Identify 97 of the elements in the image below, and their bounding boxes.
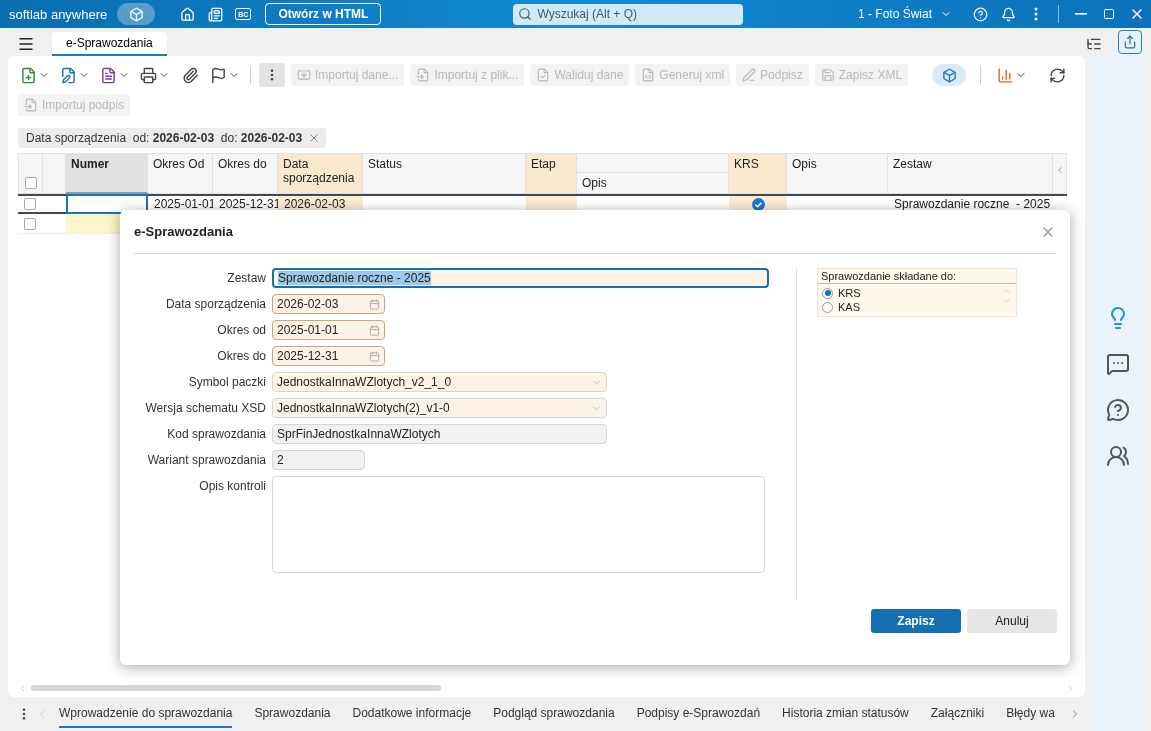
bottom-tab[interactable]: Wprowadzenie do sprawozdania xyxy=(59,700,233,728)
share-button[interactable] xyxy=(1118,30,1142,54)
row-checkbox[interactable] xyxy=(24,217,36,230)
calendar-icon xyxy=(369,298,380,310)
file-input-icon xyxy=(416,68,431,82)
pen-icon xyxy=(742,68,757,82)
column-header[interactable]: Etap xyxy=(526,153,577,194)
field-label: Zestaw xyxy=(226,270,266,285)
file-edit-icon xyxy=(60,66,77,84)
radio-option[interactable]: KRS xyxy=(822,286,861,300)
bottom-tab[interactable]: Błędy wa xyxy=(1006,700,1055,728)
date-field[interactable]: 2025-01-01 xyxy=(272,320,385,340)
company-selector[interactable]: 1 - Foto Świat xyxy=(851,6,958,22)
field-label: Wariant sprawozdania xyxy=(146,452,266,467)
calendar-icon xyxy=(369,324,380,336)
field-label: Symbol paczki xyxy=(187,374,266,389)
radio-option[interactable]: KAS xyxy=(822,300,861,314)
view-toggle[interactable] xyxy=(932,64,966,86)
calendar-icon xyxy=(369,350,380,362)
scroll-right-icon xyxy=(1066,683,1075,693)
field-label: Okres od xyxy=(216,322,266,337)
header-cell[interactable] xyxy=(1053,153,1067,194)
file-input-icon xyxy=(24,98,38,112)
select-all-checkbox[interactable] xyxy=(24,177,37,189)
dialog-title: e-Sprawozdania xyxy=(134,224,233,239)
date-field[interactable]: 2026-02-03 xyxy=(272,294,385,314)
scroll-left-icon xyxy=(18,683,27,693)
bottom-tab[interactable]: Dodatkowe informacje xyxy=(352,700,472,728)
newspaper-icon xyxy=(207,6,223,22)
column-header[interactable]: Zestaw xyxy=(888,153,1053,194)
save-icon xyxy=(820,68,835,82)
open-html-button[interactable]: Otwórz w HTML xyxy=(265,3,382,25)
cancel-button[interactable]: Anuluj xyxy=(967,609,1057,633)
row-checkbox[interactable] xyxy=(24,198,36,210)
kebab-icon xyxy=(22,708,26,720)
bell-icon xyxy=(1000,6,1016,22)
column-header[interactable]: Opis xyxy=(787,153,888,194)
column-header[interactable]: Status xyxy=(363,153,526,194)
share-icon xyxy=(1123,35,1137,49)
filter-text: Data sporządzenia od: 2026-02-03 do: 2026-02-03 xyxy=(26,131,303,145)
save-button[interactable]: Zapisz xyxy=(871,609,961,633)
column-header[interactable]: Okres do xyxy=(213,153,278,194)
column-header[interactable]: Data sporządzenia xyxy=(278,153,363,194)
bar-chart-icon xyxy=(997,66,1014,84)
menu-icon xyxy=(17,35,35,53)
app-brand: softlab anywhere xyxy=(9,6,108,22)
flag-icon xyxy=(210,66,227,84)
help-chat-icon[interactable] xyxy=(1105,398,1130,422)
bottom-tab[interactable]: Historia zmian statusów xyxy=(782,700,909,728)
date-field[interactable]: 2025-12-31 xyxy=(272,346,385,366)
column-header[interactable]: KRS xyxy=(729,153,787,194)
bottom-tab[interactable]: Sprawozdania xyxy=(254,700,331,728)
file-check-icon xyxy=(536,68,551,82)
collapse-icon xyxy=(1055,165,1065,175)
field-label: Wersja schematu XSD xyxy=(144,400,266,415)
document-icon xyxy=(100,66,117,84)
file-plus-icon xyxy=(20,66,37,84)
tab[interactable]: e-Sprawozdania xyxy=(52,32,167,56)
filter-chip[interactable]: Data sporządzenia od: 2026-02-03 do: 2026-02-03 xyxy=(18,128,327,148)
input-field[interactable]: 2 xyxy=(272,450,365,470)
cube-icon xyxy=(128,6,144,22)
scroll-down-icon xyxy=(1002,296,1012,306)
file-code-icon xyxy=(641,68,656,82)
people-icon[interactable] xyxy=(1105,444,1130,468)
dropdown-field[interactable]: JednostkaInnaWZlotych(2)_v1-0 xyxy=(272,398,607,418)
cube-toggle[interactable] xyxy=(117,3,156,25)
field-label: Okres do xyxy=(216,348,266,363)
kebab-icon xyxy=(1034,7,1038,21)
dropdown-field[interactable]: JednostkaInnaWZlotych_v2_1_0 xyxy=(272,372,607,392)
bottom-tab[interactable]: Podgląd sprawozdania xyxy=(493,700,615,728)
home-icon xyxy=(179,6,195,22)
search-icon xyxy=(518,7,533,21)
horizontal-scrollbar[interactable] xyxy=(18,683,1075,693)
list-icon xyxy=(1086,36,1102,52)
minimize-icon xyxy=(1075,13,1087,15)
field-label: Kod sprawozdania xyxy=(166,426,266,441)
help-icon xyxy=(972,6,988,22)
radio-group-title: Sprawozdanie składane do: xyxy=(818,269,1016,284)
scroll-up-icon xyxy=(1002,286,1012,296)
import-icon xyxy=(297,68,311,82)
bottom-tab[interactable]: Podpisy e-Sprawozdań xyxy=(636,700,761,728)
column-header[interactable]: Numer xyxy=(66,153,148,194)
field-label: Opis kontroli xyxy=(198,478,266,493)
chat-icon[interactable] xyxy=(1105,352,1130,376)
input-field[interactable]: Sprawozdanie roczne - 2025 xyxy=(272,268,769,288)
cube-icon xyxy=(941,67,957,83)
refresh-icon xyxy=(1048,66,1066,84)
search-field[interactable]: Wyszukaj (Alt + Q) xyxy=(513,3,744,25)
input-field[interactable]: SprFinJednostkaInnaWZlotych xyxy=(272,424,607,444)
paperclip-icon xyxy=(181,66,199,84)
column-header[interactable]: Opis xyxy=(577,153,729,194)
printer-icon xyxy=(140,66,157,84)
maximize-icon xyxy=(1103,8,1115,20)
kebab-icon xyxy=(270,69,274,81)
column-header[interactable]: Okres Od xyxy=(148,153,213,194)
bottom-tab[interactable]: Załączniki xyxy=(930,700,985,728)
field-label: Data sporządzenia xyxy=(164,296,266,311)
